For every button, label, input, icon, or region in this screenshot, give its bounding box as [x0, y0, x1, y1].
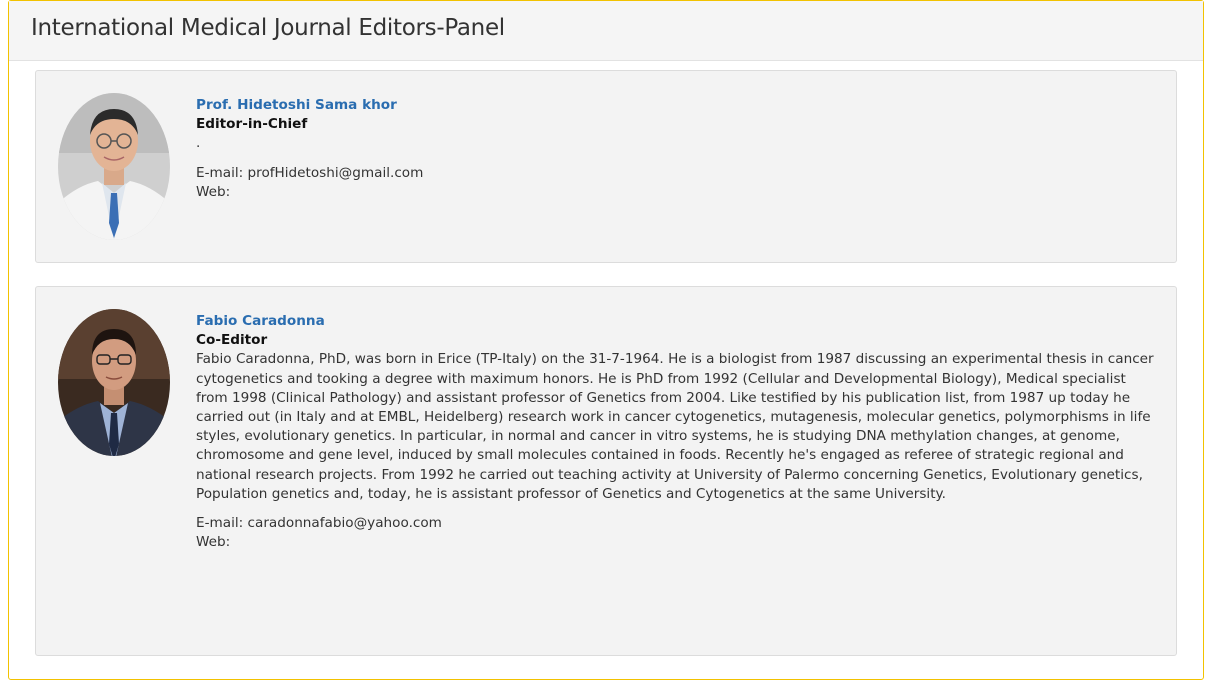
editor-email: E-mail: caradonnafabio@yahoo.com [196, 515, 442, 532]
editor-web: Web: [196, 183, 231, 200]
editor-bio: Fabio Caradonna, PhD, was born in Erice … [196, 351, 1154, 502]
editor-info: Prof. Hidetoshi Sama khor Editor-in-Chie… [196, 96, 1156, 202]
editor-card: Fabio Caradonna Co-Editor Fabio Caradonn… [35, 286, 1177, 656]
editor-card: Prof. Hidetoshi Sama khor Editor-in-Chie… [35, 70, 1177, 263]
editor-role: Editor-in-Chief [196, 116, 308, 133]
editor-photo [58, 93, 170, 240]
editor-email: E-mail: profHidetoshi@gmail.com [196, 164, 424, 181]
panel-heading: International Medical Journal Editors-Pa… [9, 1, 1203, 61]
editor-name-link[interactable]: Fabio Caradonna [196, 312, 1156, 331]
editor-info: Fabio Caradonna Co-Editor Fabio Caradonn… [196, 312, 1156, 552]
editor-portrait-image [58, 309, 170, 456]
page-title: International Medical Journal Editors-Pa… [31, 15, 505, 41]
editor-photo [58, 309, 170, 456]
editor-name-link[interactable]: Prof. Hidetoshi Sama khor [196, 96, 1156, 115]
editor-role: Co-Editor [196, 332, 268, 349]
editor-web: Web: [196, 534, 231, 551]
editor-portrait-image [58, 93, 170, 240]
editor-bio: . [196, 135, 201, 152]
editors-panel: International Medical Journal Editors-Pa… [8, 0, 1204, 680]
